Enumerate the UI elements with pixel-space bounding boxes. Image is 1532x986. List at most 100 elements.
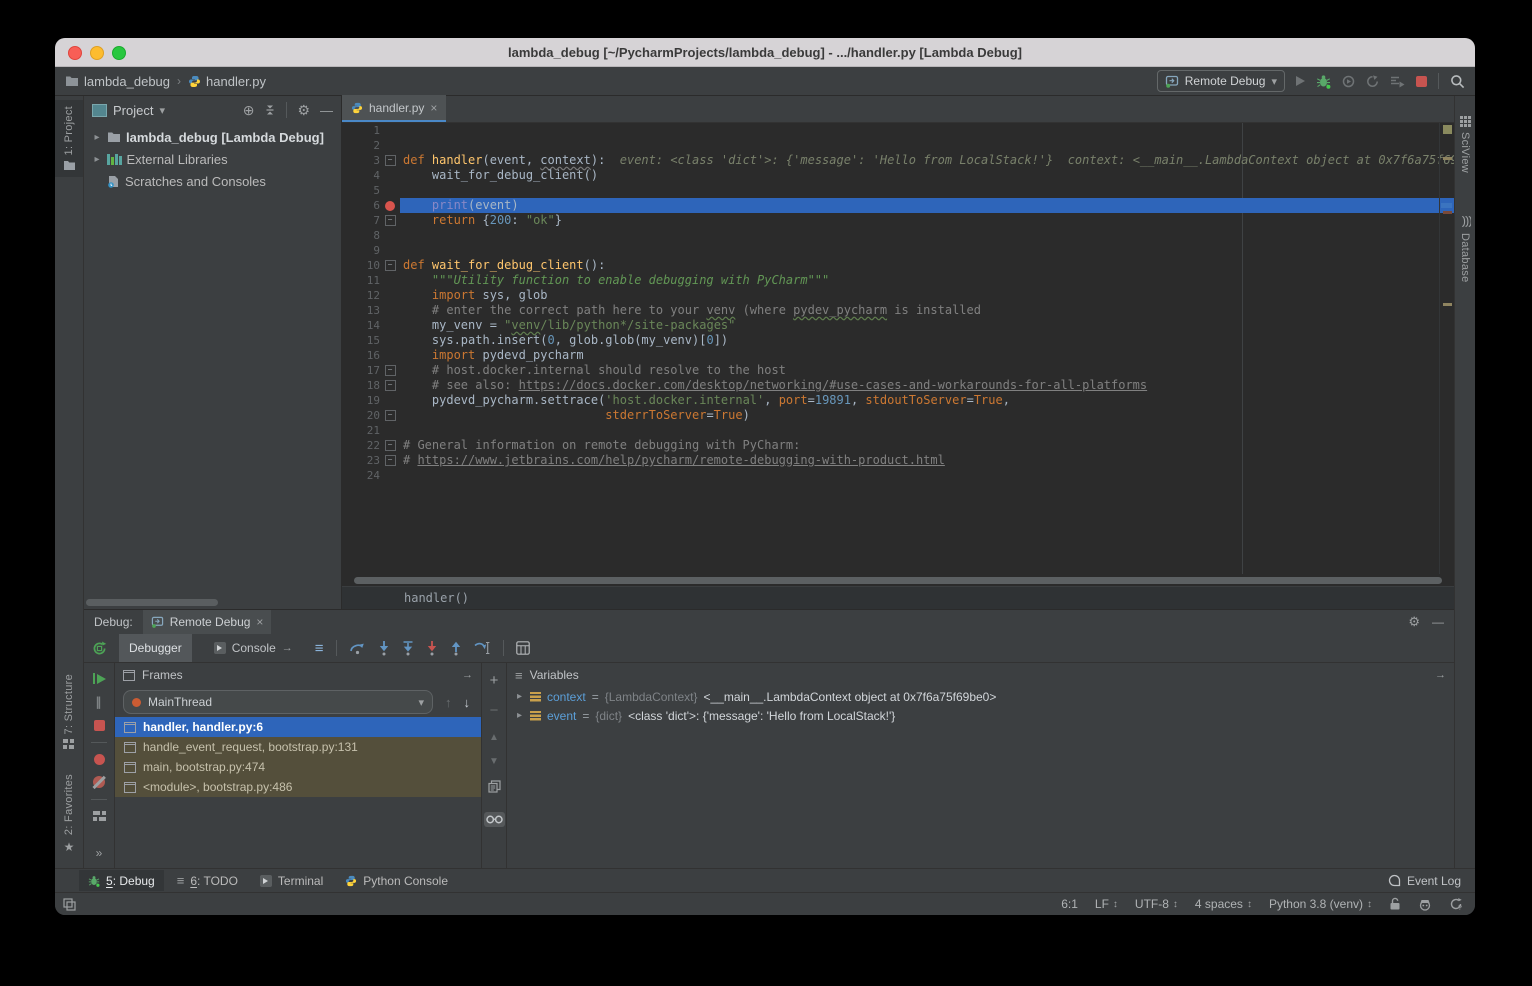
code-line[interactable]: 11 """Utility function to enable debuggi… xyxy=(342,273,1454,288)
breakpoint-mark[interactable] xyxy=(1443,211,1452,214)
gutter-cell[interactable]: 22− xyxy=(342,438,400,453)
code-line[interactable]: 9 xyxy=(342,243,1454,258)
code-line[interactable]: 20− stderrToServer=True) xyxy=(342,408,1454,423)
gutter-cell[interactable]: 12 xyxy=(342,288,400,303)
line-number[interactable]: 23 xyxy=(348,453,380,468)
code-text[interactable]: print(event) xyxy=(400,198,1454,213)
execution-mark[interactable] xyxy=(1441,203,1452,208)
highlighting-level-icon[interactable] xyxy=(1418,898,1432,911)
gutter-cell[interactable]: 23− xyxy=(342,453,400,468)
code-text[interactable]: sys.path.insert(0, glob.glob(my_venv)[0]… xyxy=(400,333,1454,348)
code-text[interactable]: # host.docker.internal should resolve to… xyxy=(400,363,1454,378)
gutter-cell[interactable]: 20− xyxy=(342,408,400,423)
code-text[interactable]: # General information on remote debuggin… xyxy=(400,438,1454,453)
code-text[interactable]: wait_for_debug_client() xyxy=(400,168,1454,183)
line-number[interactable]: 9 xyxy=(348,243,380,258)
toolwindow-tab-database[interactable]: Database xyxy=(1455,209,1475,289)
fold-marker-icon[interactable]: − xyxy=(385,440,396,451)
toolwindow-tab-terminal[interactable]: Terminal xyxy=(251,870,332,891)
next-frame-button[interactable]: ↓ xyxy=(464,695,471,710)
code-line[interactable]: 3−def handler(event, context): event: <c… xyxy=(342,153,1454,168)
zoom-window-button[interactable] xyxy=(112,46,126,60)
view-breakpoints-button[interactable] xyxy=(94,754,105,765)
lock-icon[interactable] xyxy=(1389,897,1401,911)
indent-select[interactable]: 4 spaces↕ xyxy=(1195,897,1252,911)
run-button[interactable] xyxy=(1296,76,1305,86)
fold-marker-icon[interactable]: − xyxy=(385,215,396,226)
code-text[interactable]: # enter the correct path here to your ve… xyxy=(400,303,1454,318)
restore-layout-button[interactable] xyxy=(93,811,106,821)
run-with-coverage-button[interactable] xyxy=(1366,75,1379,88)
gutter-cell[interactable]: 1 xyxy=(342,123,400,138)
toolwindow-toggle-icon[interactable] xyxy=(63,898,76,911)
code-line[interactable]: 14 my_venv = "venv/lib/python*/site-pack… xyxy=(342,318,1454,333)
gutter-cell[interactable]: 17− xyxy=(342,363,400,378)
code-line[interactable]: 21 xyxy=(342,423,1454,438)
code-line[interactable]: 7− return {200: "ok"} xyxy=(342,213,1454,228)
line-number[interactable]: 3 xyxy=(348,153,380,168)
warning-mark[interactable] xyxy=(1443,303,1452,306)
gear-icon[interactable]: ⚙ xyxy=(1408,614,1420,630)
gutter-cell[interactable]: 2 xyxy=(342,138,400,153)
fold-marker-icon[interactable]: − xyxy=(385,365,396,376)
warning-mark[interactable] xyxy=(1443,157,1452,160)
profiler-button[interactable] xyxy=(1390,75,1405,88)
gutter-cell[interactable]: 21 xyxy=(342,423,400,438)
step-over-button[interactable] xyxy=(349,641,366,655)
line-number[interactable]: 1 xyxy=(348,123,380,138)
gutter-cell[interactable]: 9 xyxy=(342,243,400,258)
previous-frame-button[interactable]: ↑ xyxy=(445,695,452,710)
gutter-cell[interactable]: 15 xyxy=(342,333,400,348)
code-line[interactable]: 17− # host.docker.internal should resolv… xyxy=(342,363,1454,378)
mute-breakpoints-button[interactable] xyxy=(93,776,105,788)
code-line[interactable]: 15 sys.path.insert(0, glob.glob(my_venv)… xyxy=(342,333,1454,348)
code-text[interactable] xyxy=(400,228,1454,243)
code-text[interactable]: import pydevd_pycharm xyxy=(400,348,1454,363)
line-number[interactable]: 17 xyxy=(348,363,380,378)
fold-marker-icon[interactable]: − xyxy=(385,155,396,166)
gear-icon[interactable]: ⚙ xyxy=(297,102,310,119)
rerun-button[interactable] xyxy=(92,641,107,656)
tree-item-external-libraries[interactable]: ▸ External Libraries xyxy=(84,148,341,170)
run-configuration-select[interactable]: Remote Debug ▾ xyxy=(1157,70,1285,92)
encoding-select[interactable]: UTF-8↕ xyxy=(1135,897,1178,911)
run-to-cursor-button[interactable] xyxy=(474,641,491,655)
line-number[interactable]: 21 xyxy=(348,423,380,438)
toolwindow-tab-favorites[interactable]: 2: Favorites ★ xyxy=(55,768,83,860)
locate-file-icon[interactable]: ⊕ xyxy=(243,102,255,119)
event-log-button[interactable]: Event Log xyxy=(1388,874,1461,888)
gutter-cell[interactable]: 13 xyxy=(342,303,400,318)
breadcrumb-scope[interactable]: handler() xyxy=(404,591,469,605)
force-step-into-button[interactable] xyxy=(402,641,414,656)
code-text[interactable]: # see also: https://docs.docker.com/desk… xyxy=(400,378,1454,393)
code-line[interactable]: 8 xyxy=(342,228,1454,243)
gutter-cell[interactable]: 8 xyxy=(342,228,400,243)
code-line[interactable]: 13 # enter the correct path here to your… xyxy=(342,303,1454,318)
hide-panel-icon[interactable]: — xyxy=(1432,615,1444,629)
move-watch-up-button[interactable]: ▲ xyxy=(489,732,499,743)
line-number[interactable]: 8 xyxy=(348,228,380,243)
toolwindow-tab-sciview[interactable]: SciView xyxy=(1455,110,1475,179)
code-text[interactable]: my_venv = "venv/lib/python*/site-package… xyxy=(400,318,1454,333)
code-text[interactable]: import sys, glob xyxy=(400,288,1454,303)
debug-session-tab[interactable]: Remote Debug × xyxy=(143,610,272,634)
line-number[interactable]: 15 xyxy=(348,333,380,348)
gutter-cell[interactable]: 16 xyxy=(342,348,400,363)
editor-tab-handler[interactable]: handler.py × xyxy=(342,95,446,122)
line-number[interactable]: 6 xyxy=(348,198,380,213)
frame-row[interactable]: main, bootstrap.py:474 xyxy=(115,757,481,777)
code-area[interactable]: 123−def handler(event, context): event: … xyxy=(342,123,1454,574)
frame-row[interactable]: <module>, bootstrap.py:486 xyxy=(115,777,481,797)
stop-button[interactable] xyxy=(1416,76,1427,87)
gutter-cell[interactable]: 11 xyxy=(342,273,400,288)
close-window-button[interactable] xyxy=(68,46,82,60)
code-text[interactable]: def handler(event, context): event: <cla… xyxy=(400,153,1454,168)
fold-marker-icon[interactable]: − xyxy=(385,380,396,391)
project-horizontal-scrollbar[interactable] xyxy=(86,599,218,606)
pin-tab-icon[interactable]: → xyxy=(282,642,293,654)
code-line[interactable]: 18− # see also: https://docs.docker.com/… xyxy=(342,378,1454,393)
chevron-down-icon[interactable]: ▾ xyxy=(159,104,165,117)
tab-debugger[interactable]: Debugger xyxy=(119,634,192,662)
toolwindow-tab-python-console[interactable]: Python Console xyxy=(336,870,457,891)
line-number[interactable]: 19 xyxy=(348,393,380,408)
